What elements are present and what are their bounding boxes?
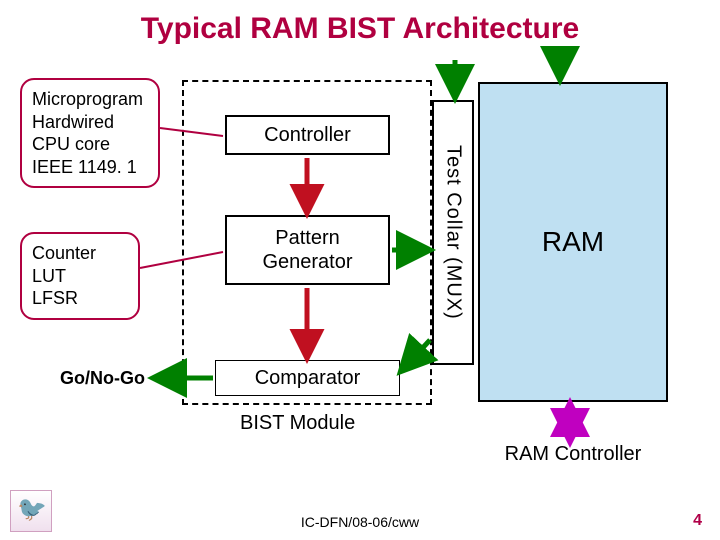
slide-title: Typical RAM BIST Architecture <box>0 12 720 46</box>
callout-item: Counter <box>32 242 128 265</box>
callout-item: Microprogram <box>32 88 148 111</box>
logo-bird-icon <box>10 490 52 532</box>
comparator-label: Comparator <box>255 366 361 390</box>
controller-types-callout: Microprogram Hardwired CPU core IEEE 114… <box>20 78 160 188</box>
callout-item: LUT <box>32 265 128 288</box>
controller-label: Controller <box>264 123 351 147</box>
comparator-block: Comparator <box>215 360 400 396</box>
callout-item: IEEE 1149. 1 <box>32 156 148 179</box>
go-nogo-label: Go/No-Go <box>60 368 145 389</box>
pattern-generator-block: Pattern Generator <box>225 215 390 285</box>
test-collar-label: Test Collar (MUX) <box>442 145 465 320</box>
pattern-label-1: Pattern <box>275 226 339 250</box>
test-collar-block: Test Collar (MUX) <box>432 100 474 365</box>
page-number: 4 <box>693 512 702 530</box>
callout-item: Hardwired <box>32 111 148 134</box>
bist-module-label: BIST Module <box>240 412 355 435</box>
pattern-label-2: Generator <box>262 250 352 274</box>
callout-item: CPU core <box>32 133 148 156</box>
footer-text: IC-DFN/08-06/cww <box>0 514 720 530</box>
controller-block: Controller <box>225 115 390 155</box>
callout-item: LFSR <box>32 287 128 310</box>
ram-label: RAM <box>542 226 604 258</box>
ram-block: RAM <box>478 82 668 402</box>
ram-controller-label: RAM Controller <box>478 443 668 466</box>
pattern-types-callout: Counter LUT LFSR <box>20 232 140 320</box>
